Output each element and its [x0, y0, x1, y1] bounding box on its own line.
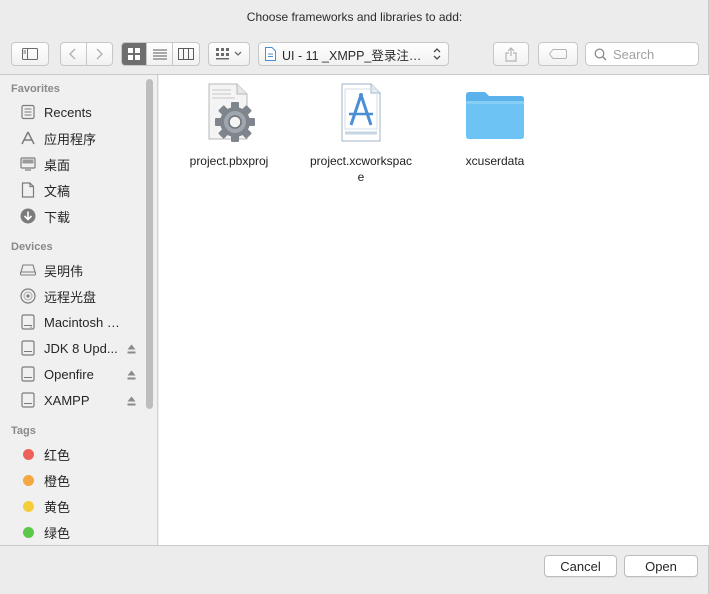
sidebar-item-jdk[interactable]: JDK 8 Upd... — [0, 335, 157, 361]
share-button[interactable] — [493, 42, 529, 66]
arrange-menu-button[interactable] — [208, 42, 250, 66]
navigation-buttons — [60, 42, 113, 66]
sidebar-item-desktop[interactable]: 桌面 — [0, 151, 157, 177]
sidebar-item-xampp[interactable]: XAMPP — [0, 387, 157, 413]
sidebar-item-tag-orange[interactable]: 橙色 — [0, 467, 157, 493]
sidebar-heading-tags: Tags — [11, 425, 36, 437]
disk-image-icon — [19, 391, 37, 409]
sidebar-item-label: Macintosh HD — [44, 314, 124, 330]
grid-icon — [128, 48, 141, 60]
search-icon — [594, 48, 607, 61]
sidebar-item-label: 吴明伟 — [44, 263, 84, 279]
path-popup-label: UI - 11 _XMPP_登录注册.... — [282, 48, 430, 63]
hard-drive-icon — [19, 313, 37, 331]
chevron-left-icon — [69, 48, 76, 60]
orange-tag-dot-icon — [23, 474, 34, 486]
sidebar-toggle-button[interactable] — [11, 42, 49, 66]
path-popup-button[interactable]: UI - 11 _XMPP_登录注册.... — [258, 42, 449, 66]
browser-area: Favorites Recents 应用程序 桌面 文稿 下载 Devices … — [0, 74, 709, 546]
folder-icon — [463, 81, 527, 145]
file-name: project.xcworkspace — [309, 154, 413, 184]
desktop-icon — [19, 155, 37, 173]
arrange-grid-icon — [216, 48, 229, 60]
documents-icon — [19, 181, 37, 199]
sidebar-item-label: 下载 — [44, 209, 71, 225]
eject-icon[interactable] — [127, 394, 136, 409]
eject-icon[interactable] — [127, 368, 136, 383]
eject-icon[interactable] — [127, 342, 136, 357]
sidebar-heading-favorites: Favorites — [11, 83, 60, 95]
file-item-pbxproj[interactable]: project.pbxproj — [169, 81, 289, 169]
back-button[interactable] — [61, 43, 87, 65]
sidebar-item-label: Recents — [44, 104, 92, 120]
sidebar-item-macintosh-hd[interactable]: Macintosh HD — [0, 309, 157, 335]
file-name: xcuserdata — [465, 154, 525, 168]
sidebar-item-label: 红色 — [44, 447, 71, 463]
green-tag-dot-icon — [23, 526, 34, 538]
sidebar-item-label: 应用程序 — [44, 131, 97, 147]
list-view-button[interactable] — [147, 43, 173, 65]
share-icon — [505, 46, 517, 62]
column-view-button[interactable] — [173, 43, 199, 65]
dialog-title: Choose frameworks and libraries to add: — [246, 10, 463, 24]
file-name: project.pbxproj — [189, 154, 269, 168]
view-mode-control — [121, 42, 200, 66]
open-button[interactable]: Open — [624, 555, 698, 577]
sidebar-item-label: 橙色 — [44, 473, 71, 489]
xcworkspace-file-icon — [329, 81, 393, 145]
sidebar-item-remote-disc[interactable]: 远程光盘 — [0, 283, 157, 309]
downloads-icon — [19, 207, 37, 225]
computer-icon — [19, 261, 37, 279]
sidebar-item-documents[interactable]: 文稿 — [0, 177, 157, 203]
list-icon — [152, 49, 167, 59]
cancel-button[interactable]: Cancel — [544, 555, 617, 577]
sidebar-item-tag-red[interactable]: 红色 — [0, 441, 157, 467]
search-input[interactable] — [613, 46, 693, 62]
sidebar-item-downloads[interactable]: 下载 — [0, 203, 157, 229]
recents-icon — [19, 103, 37, 121]
sidebar-item-tag-green[interactable]: 绿色 — [0, 519, 157, 545]
sidebar-item-label: 黄色 — [44, 499, 71, 515]
toolbar: UI - 11 _XMPP_登录注册.... — [0, 42, 709, 70]
file-browser: project.pbxproj project.xcworkspace xcus… — [159, 75, 709, 545]
tag-button[interactable] — [538, 42, 578, 66]
sidebar-item-recents[interactable]: Recents — [0, 99, 157, 125]
pbxproj-file-icon — [197, 81, 261, 145]
sidebar-scrollbar[interactable] — [146, 79, 153, 409]
file-item-xcuserdata[interactable]: xcuserdata — [435, 81, 555, 169]
sidebar-item-label: XAMPP — [44, 392, 90, 408]
disk-image-icon — [19, 339, 37, 357]
red-tag-dot-icon — [23, 448, 34, 460]
sidebar-icon — [22, 48, 38, 60]
sidebar-item-label: 桌面 — [44, 157, 71, 173]
sidebar-item-applications[interactable]: 应用程序 — [0, 125, 157, 151]
sidebar-item-openfire[interactable]: Openfire — [0, 361, 157, 387]
sidebar-item-label: Openfire — [44, 366, 94, 382]
icon-view-button[interactable] — [122, 43, 148, 65]
sidebar-item-tag-yellow[interactable]: 黄色 — [0, 493, 157, 519]
applications-icon — [19, 129, 37, 147]
sidebar: Favorites Recents 应用程序 桌面 文稿 下载 Devices … — [0, 75, 158, 545]
search-field[interactable] — [585, 42, 699, 66]
sidebar-item-label: 文稿 — [44, 183, 71, 199]
columns-icon — [177, 48, 194, 60]
file-open-dialog: Choose frameworks and libraries to add: — [0, 0, 709, 594]
sidebar-item-label: 远程光盘 — [44, 289, 97, 305]
sidebar-item-label: 绿色 — [44, 525, 71, 541]
tag-icon — [549, 49, 567, 59]
xcode-project-file-icon — [265, 47, 276, 61]
sidebar-heading-devices: Devices — [11, 241, 53, 253]
chevron-down-icon — [234, 51, 242, 56]
remote-disc-icon — [19, 287, 37, 305]
file-item-xcworkspace[interactable]: project.xcworkspace — [301, 81, 421, 185]
sidebar-item-computer[interactable]: 吴明伟 — [0, 257, 157, 283]
chevron-right-icon — [96, 48, 104, 60]
dialog-footer: Cancel Open — [0, 548, 709, 594]
updown-chevron-icon — [433, 48, 441, 60]
disk-image-icon — [19, 365, 37, 383]
forward-button[interactable] — [87, 43, 112, 65]
sidebar-item-label: JDK 8 Upd... — [44, 340, 118, 356]
yellow-tag-dot-icon — [23, 500, 34, 512]
